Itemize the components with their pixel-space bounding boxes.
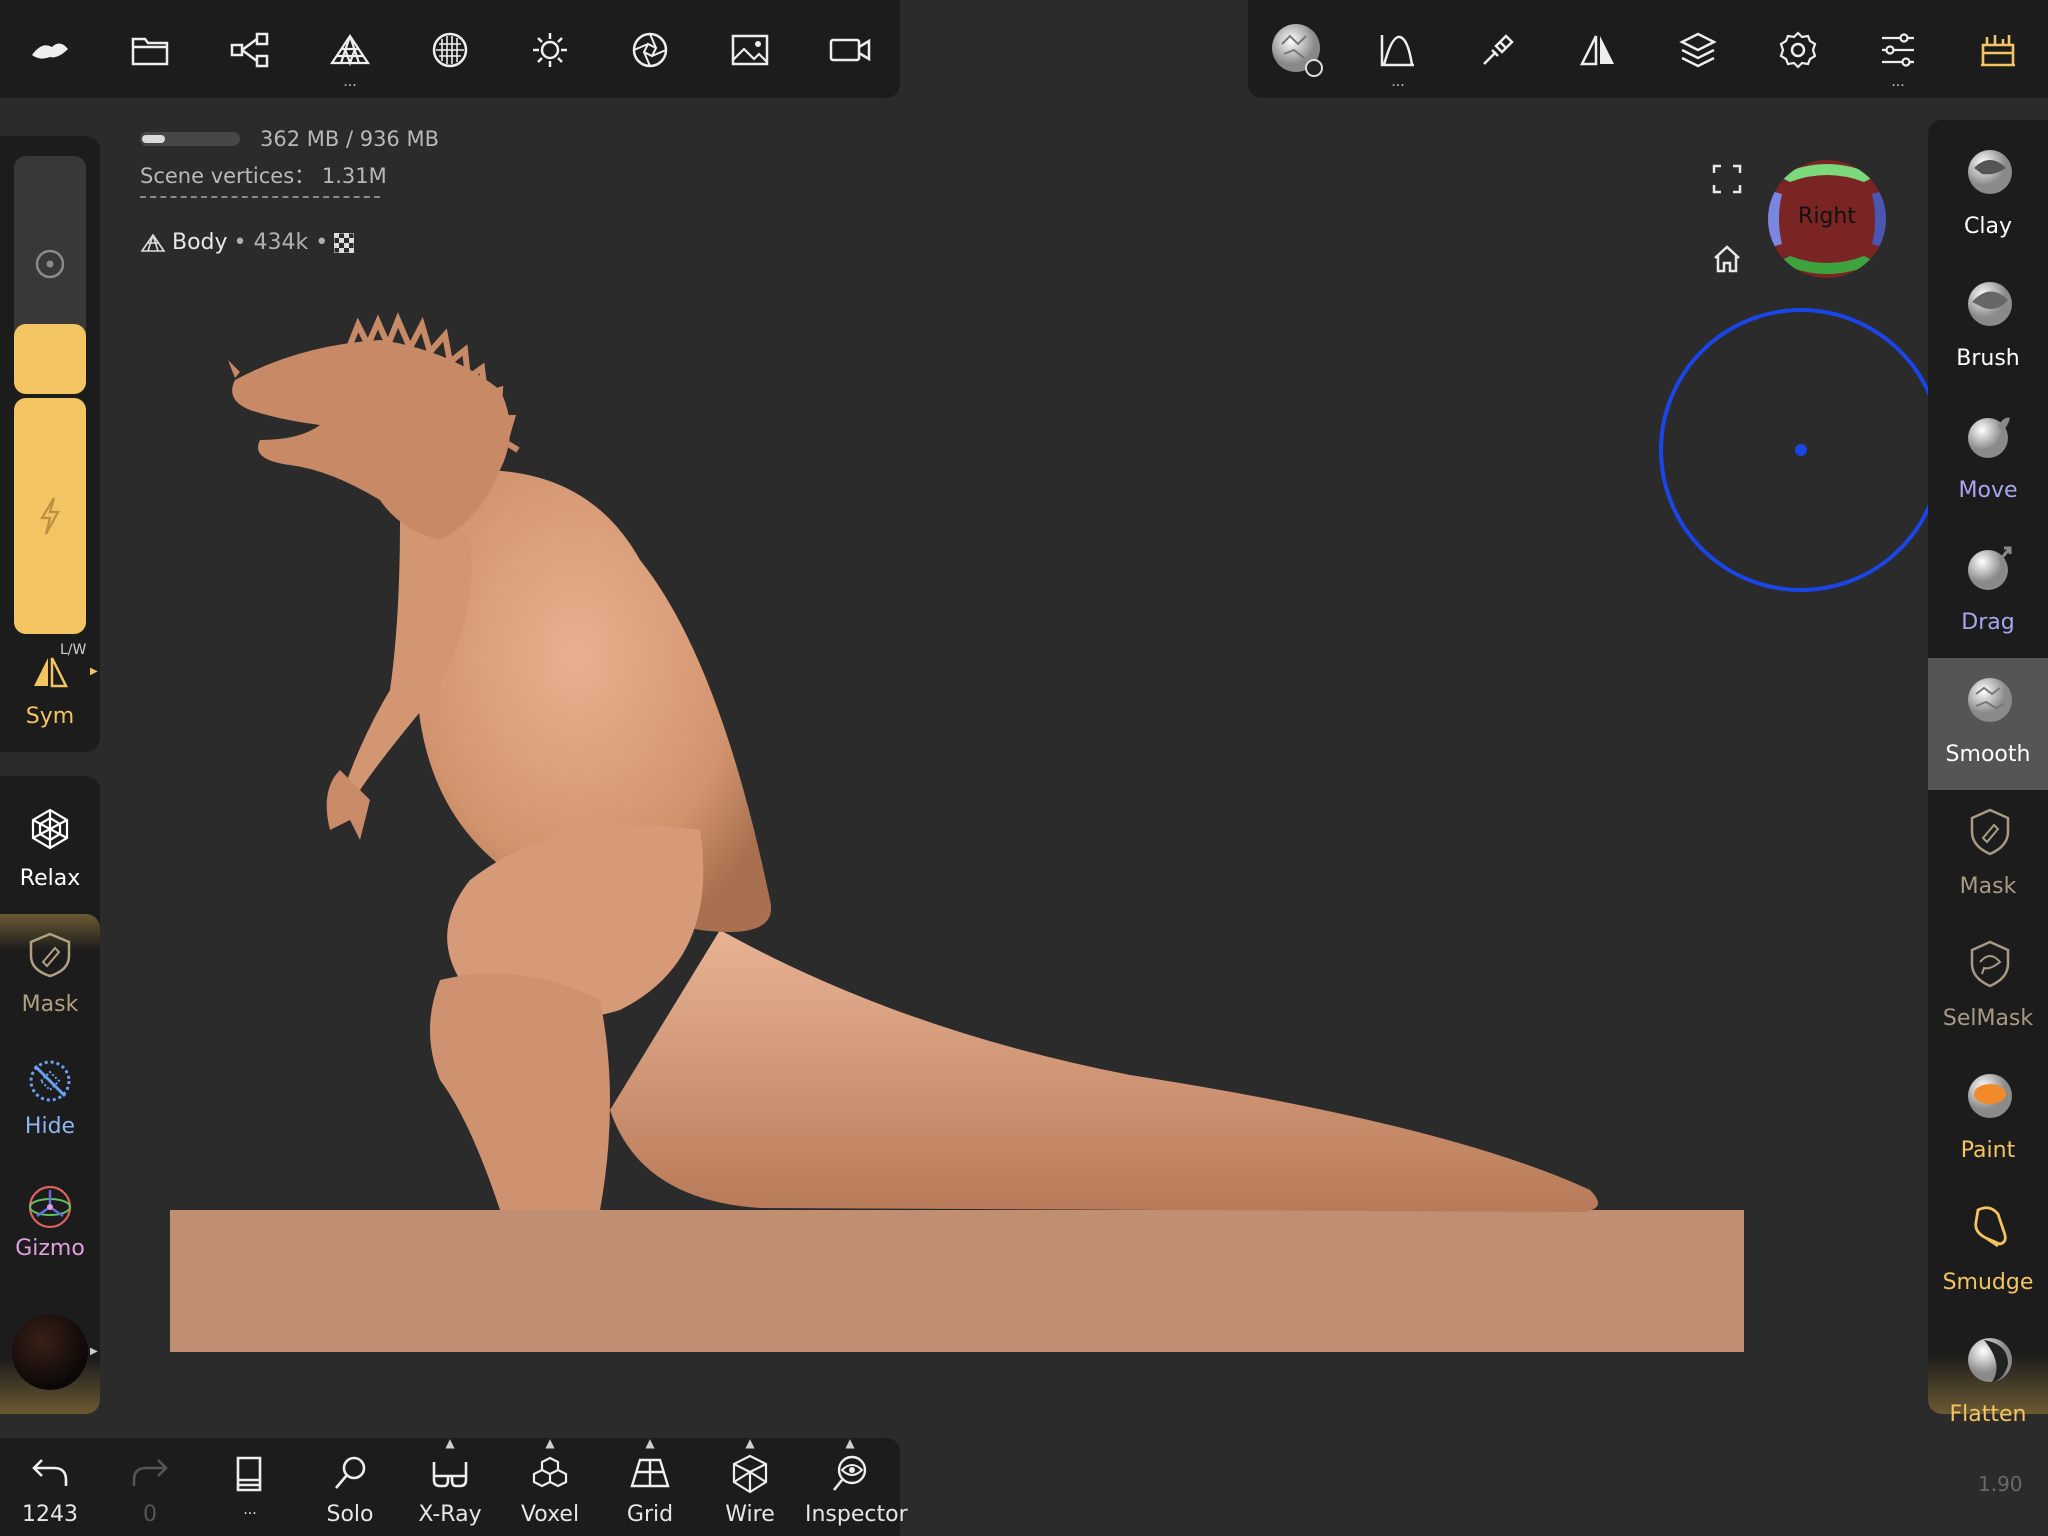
wire-button[interactable]: ▲ Wire (705, 1436, 795, 1536)
undo-button[interactable]: 1243 (5, 1452, 95, 1536)
sym-label[interactable]: Sym (0, 704, 100, 729)
paint-tool-icon (1968, 1074, 2012, 1118)
grid-caret: ▲ (645, 1436, 655, 1450)
grid-icon (630, 1458, 670, 1488)
wireframe-icon (732, 1454, 768, 1494)
tool-selmask-label: SelMask (1942, 1006, 2034, 1031)
view-cube[interactable]: Right (1768, 160, 1886, 278)
voxel-caret: ▲ (545, 1436, 555, 1450)
sym-expand-icon[interactable]: ▶ (90, 666, 98, 677)
tool-drag[interactable]: Drag (1928, 526, 2048, 658)
history-more: ... (243, 1502, 257, 1518)
voxel-button[interactable]: ▲ Voxel (505, 1436, 595, 1536)
intensity-slider[interactable] (14, 398, 86, 634)
solo-search-icon (335, 1456, 366, 1489)
tool-drag-label: Drag (1961, 610, 2015, 635)
tool-clay-label: Clay (1964, 214, 2012, 239)
material-sphere[interactable] (12, 1314, 88, 1390)
radius-icon (35, 249, 65, 279)
tool-mask-left[interactable]: Mask (0, 912, 100, 1036)
relax-web-icon (31, 808, 69, 850)
tool-smudge-label: Smudge (1942, 1270, 2034, 1295)
mask-tool-icon (1970, 808, 2010, 856)
tool-flatten-label: Flatten (1949, 1402, 2027, 1427)
xray-button[interactable]: ▲ X-Ray (405, 1436, 495, 1536)
redo-count: 0 (143, 1502, 157, 1527)
wire-label: Wire (725, 1502, 775, 1527)
tool-mask-left-label: Mask (21, 992, 79, 1017)
tool-move-label: Move (1958, 478, 2018, 503)
tool-gizmo-label: Gizmo (15, 1236, 85, 1261)
model-leg (430, 973, 610, 1210)
grid-label: Grid (626, 1502, 674, 1527)
mask-shield-icon (29, 932, 71, 978)
tool-mask-label: Mask (1959, 874, 2017, 899)
inspector-label: Inspector (805, 1502, 908, 1527)
solo-button[interactable]: Solo (305, 1452, 395, 1536)
fullscreen-icon[interactable] (1712, 164, 1742, 194)
viewport-scene[interactable] (0, 0, 2048, 1536)
brush-radius-circle (1659, 308, 1943, 592)
left-slider-panel: L/W ▶ Sym (0, 136, 100, 752)
home-icon[interactable] (1712, 244, 1742, 274)
tool-smudge[interactable]: Smudge (1928, 1186, 2048, 1318)
radius-slider[interactable] (14, 156, 86, 394)
wire-caret: ▲ (745, 1436, 755, 1450)
model-horn (228, 360, 240, 378)
selmask-tool-icon (1970, 940, 2010, 988)
tool-brush-label: Brush (1956, 346, 2020, 371)
tool-paint-label: Paint (1960, 1138, 2016, 1163)
sym-icon[interactable] (30, 654, 70, 690)
clay-tool-icon (1968, 150, 2012, 194)
radius-slider-fill (14, 324, 86, 394)
tool-relax[interactable]: Relax (0, 786, 100, 910)
hide-icon (29, 1060, 71, 1102)
tool-smooth-label: Smooth (1945, 742, 2031, 767)
brush-tool-icon (1968, 282, 2012, 326)
material-expand-icon[interactable]: ▶ (90, 1346, 98, 1357)
inspector-button[interactable]: ▲ Inspector (805, 1436, 908, 1536)
tool-paint[interactable]: Paint (1928, 1054, 2048, 1186)
inspector-eye-icon (832, 1455, 867, 1491)
tool-smooth[interactable]: Smooth (1928, 658, 2048, 790)
redo-button[interactable]: 0 (105, 1452, 195, 1536)
solo-label: Solo (326, 1502, 374, 1527)
tool-relax-label: Relax (19, 866, 81, 891)
history-button[interactable]: ... (205, 1452, 295, 1536)
tool-clay[interactable]: Clay (1928, 130, 2048, 262)
undo-count: 1243 (22, 1502, 78, 1527)
tool-move[interactable]: Move (1928, 394, 2048, 526)
smudge-tool-icon (1974, 1206, 2007, 1248)
redo-icon (132, 1459, 168, 1486)
tool-hide[interactable]: Hide (0, 1038, 100, 1162)
view-cube-label: Right (1798, 204, 1856, 229)
tool-brush[interactable]: Brush (1928, 262, 2048, 394)
tool-mask[interactable]: Mask (1928, 790, 2048, 922)
base-plane (170, 1210, 1744, 1352)
grid-button[interactable]: ▲ Grid (605, 1436, 695, 1536)
gizmo-icon (28, 1185, 72, 1229)
tool-hide-label: Hide (24, 1114, 76, 1139)
move-tool-icon (1968, 417, 2010, 458)
drag-tool-icon (1968, 546, 2012, 590)
xray-label: X-Ray (418, 1502, 482, 1527)
xray-glasses-icon (432, 1462, 468, 1488)
voxel-label: Voxel (520, 1502, 580, 1527)
tool-gizmo[interactable]: Gizmo (0, 1164, 100, 1288)
flatten-tool-icon (1968, 1338, 2012, 1382)
tool-flatten[interactable]: Flatten (1928, 1318, 2048, 1450)
intensity-lightning-icon (40, 497, 60, 535)
inspector-caret: ▲ (845, 1436, 855, 1450)
tool-selmask[interactable]: SelMask (1928, 922, 2048, 1054)
voxel-icon (532, 1456, 568, 1488)
undo-icon (32, 1459, 68, 1486)
xray-caret: ▲ (445, 1436, 455, 1450)
version-label: 1.90 (1978, 1472, 2023, 1496)
document-icon (236, 1456, 262, 1492)
model-tail (610, 930, 1598, 1212)
smooth-tool-icon (1968, 678, 2012, 722)
